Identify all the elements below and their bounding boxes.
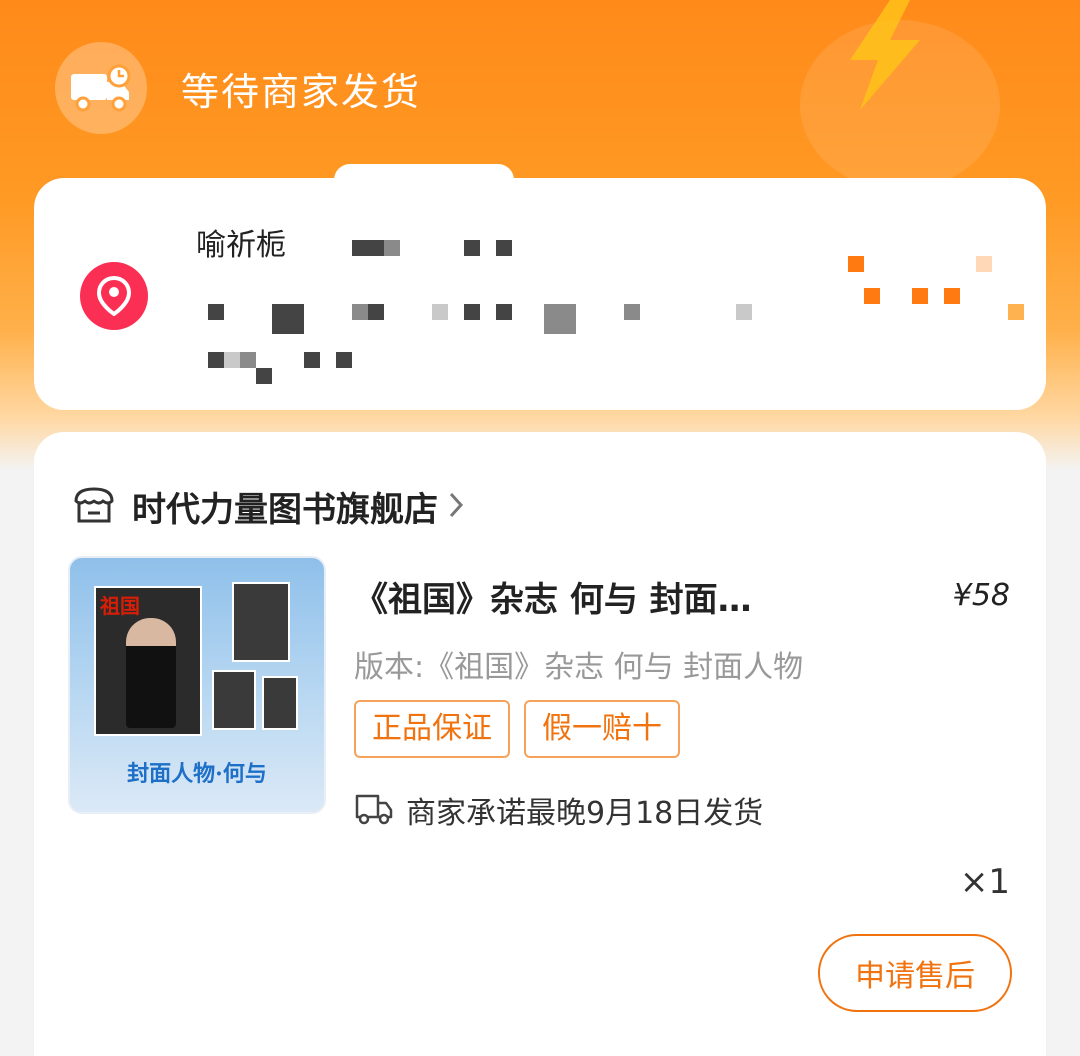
product-price: ¥58	[952, 578, 1010, 613]
product-tags: 正品保证 假一赔十	[354, 700, 680, 758]
shipping-promise-text: 商家承诺最晚9月18日发货	[406, 796, 764, 831]
recipient-name: 喻祈栀	[196, 228, 286, 263]
product-variant: 版本:《祖国》杂志 何与 封面人物	[354, 650, 804, 685]
delivery-truck-clock-icon	[55, 42, 147, 134]
status-title: 等待商家发货	[181, 69, 422, 114]
product-title[interactable]: 《祖国》杂志 何与 封面…	[354, 572, 814, 621]
magazine-cover: 祖国	[94, 586, 202, 736]
shop-header[interactable]: 时代力量图书旗舰店	[70, 482, 464, 531]
product-quantity: ×1	[959, 862, 1010, 902]
order-status-header: 等待商家发货	[55, 42, 421, 134]
product-image[interactable]: 祖国 封面人物·何与	[68, 556, 326, 814]
shop-awning-icon	[70, 485, 118, 529]
lightning-icon	[850, 0, 920, 110]
shop-name: 时代力量图书旗舰店	[132, 490, 438, 530]
delivery-truck-icon	[354, 791, 394, 829]
chevron-right-icon	[448, 491, 464, 523]
shipping-promise: 商家承诺最晚9月18日发货	[354, 788, 763, 832]
address-card[interactable]: 喻祈栀	[34, 164, 1046, 410]
tag-authentic: 正品保证	[354, 700, 510, 758]
after-sale-button[interactable]: 申请售后	[818, 934, 1012, 1012]
thumb-caption: 封面人物·何与	[127, 761, 267, 787]
tag-fake-compensation: 假一赔十	[524, 700, 680, 758]
order-card: 时代力量图书旗舰店 祖国 封面人物·何与 《祖国》杂志 何与 封面… ¥58 版…	[34, 432, 1046, 1056]
location-pin-icon	[80, 262, 148, 330]
